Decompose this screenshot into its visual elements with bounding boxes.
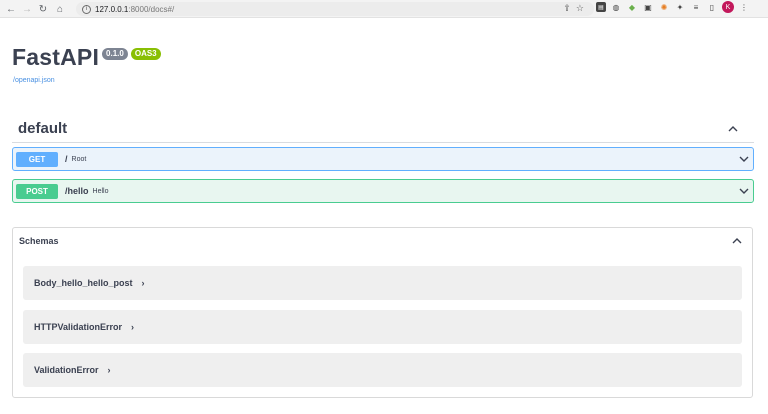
schemas-section: Schemas Body_hello_hello_post › HTTPVali… — [12, 227, 753, 398]
reload-icon[interactable]: ↻ — [35, 1, 51, 17]
bookmark-star-icon[interactable]: ☆ — [576, 3, 584, 14]
chevron-down-icon[interactable] — [739, 154, 749, 164]
operation-path: /hello — [65, 186, 89, 196]
side-panel-icon[interactable]: ▯ — [706, 1, 718, 13]
model-name: Body_hello_hello_post — [34, 278, 133, 288]
back-icon[interactable]: ← — [3, 1, 19, 17]
chevron-down-icon[interactable] — [739, 186, 749, 196]
browser-toolbar: ← → ↻ ⌂ i 127.0.0.1:8000/docs#/ ⇪ ☆ ▤ ◍ … — [0, 0, 768, 18]
method-badge: GET — [16, 151, 58, 167]
expand-arrow-icon[interactable]: › — [142, 278, 145, 288]
extension-3-icon[interactable]: ◆ — [626, 1, 638, 13]
operation-get-root[interactable]: GET / Root — [12, 147, 754, 171]
extension-icons: ▤ ◍ ◆ ▣ ✺ ✦ ≡ ▯ K ⋮ — [596, 1, 750, 13]
page-title: FastAPI — [12, 44, 100, 70]
operation-post-hello[interactable]: POST /hello Hello — [12, 179, 754, 203]
share-icon[interactable]: ⇪ — [563, 3, 571, 14]
forward-icon[interactable]: → — [19, 1, 35, 17]
extension-5-icon[interactable]: ✺ — [658, 1, 670, 13]
chevron-up-icon[interactable] — [732, 236, 742, 246]
extension-2-icon[interactable]: ◍ — [610, 1, 622, 13]
puzzle-icon[interactable]: ✦ — [674, 1, 686, 13]
menu-icon[interactable]: ⋮ — [738, 1, 750, 13]
tag-section-default[interactable]: default — [12, 116, 754, 143]
version-badge: 0.1.0 — [102, 48, 128, 60]
tag-name: default — [18, 120, 68, 137]
schemas-header[interactable]: Schemas — [19, 236, 59, 246]
profile-avatar[interactable]: K — [722, 1, 734, 13]
url-host: 127.0.0.1 — [95, 4, 129, 14]
schema-model-item[interactable]: ValidationError › — [23, 353, 742, 387]
method-badge: POST — [16, 183, 58, 199]
address-bar[interactable]: i 127.0.0.1:8000/docs#/ ⇪ ☆ — [76, 2, 594, 16]
model-name: ValidationError — [34, 365, 99, 375]
oas-badge: OAS3 — [130, 48, 161, 60]
site-info-icon[interactable]: i — [82, 4, 91, 14]
extension-1-icon[interactable]: ▤ — [596, 2, 606, 12]
chevron-up-icon[interactable] — [728, 124, 738, 134]
expand-arrow-icon[interactable]: › — [108, 365, 111, 375]
schema-model-item[interactable]: Body_hello_hello_post › — [23, 266, 742, 300]
expand-arrow-icon[interactable]: › — [131, 322, 134, 332]
model-name: HTTPValidationError — [34, 322, 123, 332]
operation-summary: Root — [71, 155, 87, 163]
reading-list-icon[interactable]: ≡ — [690, 1, 702, 13]
operation-path: / — [65, 154, 68, 164]
operation-summary: Hello — [92, 187, 109, 195]
url-path: :8000/docs#/ — [128, 4, 175, 14]
extension-4-icon[interactable]: ▣ — [642, 1, 654, 13]
openapi-json-link[interactable]: /openapi.json — [13, 77, 55, 84]
home-icon[interactable]: ⌂ — [52, 1, 68, 17]
api-title-row: FastAPI 0.1.0 OAS3 — [12, 44, 161, 71]
schema-model-item[interactable]: HTTPValidationError › — [23, 310, 742, 344]
